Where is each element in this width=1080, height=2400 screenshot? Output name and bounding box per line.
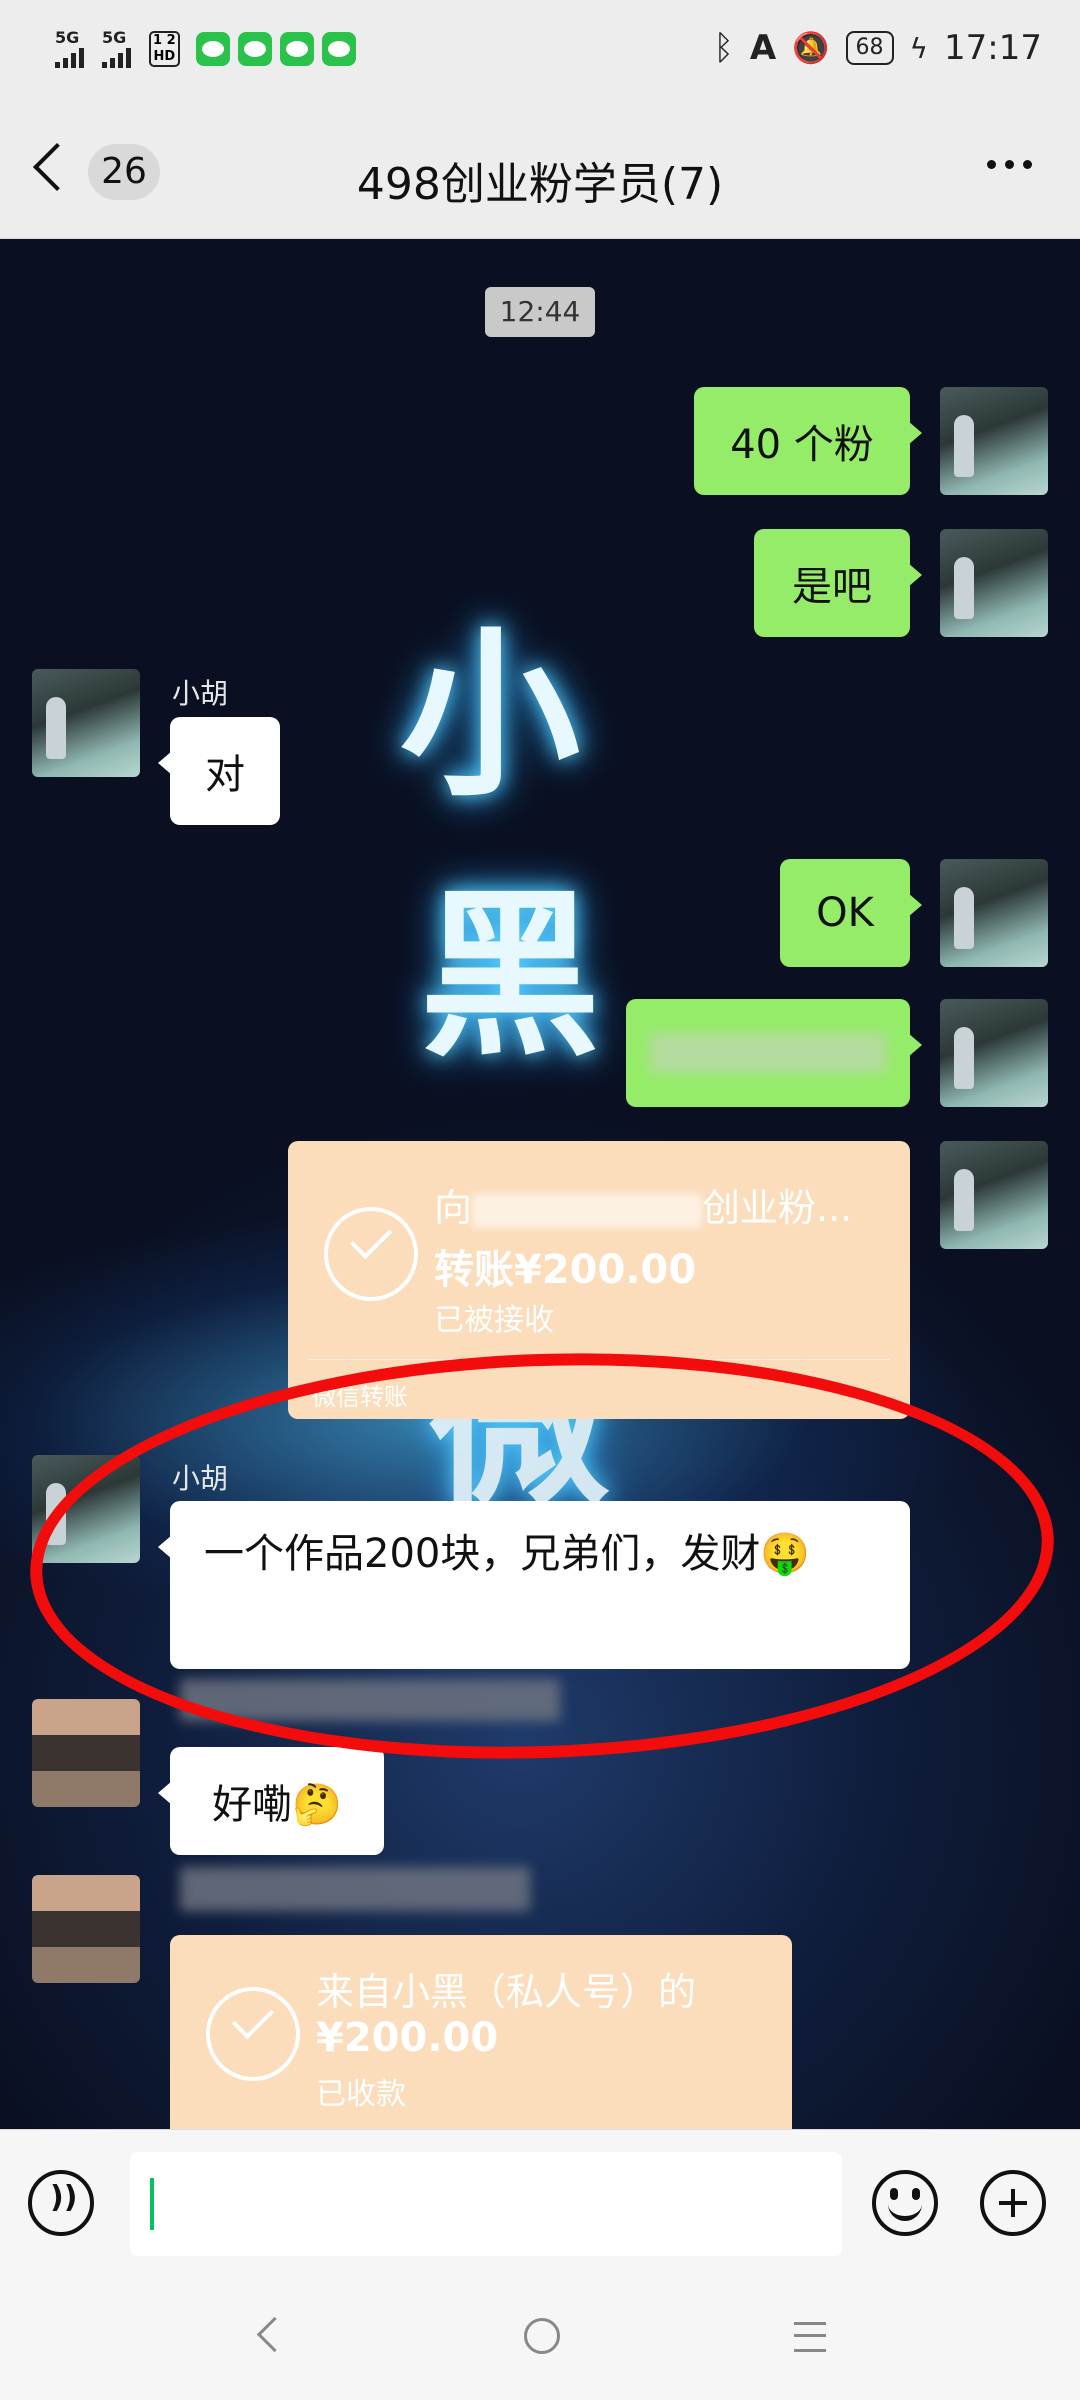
my-avatar[interactable] [940, 859, 1048, 967]
status-left: 5G 5G 1 2 HD [55, 30, 356, 68]
wechat-notification-icon [279, 32, 314, 66]
my-avatar[interactable] [940, 999, 1048, 1107]
hd-bottom: HD [153, 49, 176, 64]
message-bubble-redacted[interactable] [626, 999, 922, 1107]
my-avatar[interactable] [940, 529, 1048, 637]
wechat-notification-icon [195, 32, 230, 66]
redacted-sender-name [180, 1867, 530, 1911]
status-bar: 5G 5G 1 2 HD ᛒ A 🔕 68 ϟ 17:17 [0, 0, 1080, 110]
signal-label: 5G [102, 28, 127, 47]
message-bubble[interactable]: 好嘞🤔 [158, 1747, 384, 1855]
system-nav-bar [0, 2274, 1080, 2400]
check-circle-icon [206, 1987, 300, 2081]
chat-area[interactable]: 小 黑 微 12:44 40 个粉 是吧 小胡 对 OK 向创业粉... 转账¥… [0, 239, 1080, 2129]
contact-avatar-pixelated[interactable] [32, 1699, 140, 1807]
transfer-amount: 转账¥200.00 [434, 1247, 697, 1293]
transfer-card[interactable]: 来自小黑（私人号）的 ¥200.00 已收款 [170, 1935, 792, 2129]
status-right: ᛒ A 🔕 68 ϟ 17:17 [713, 28, 1042, 68]
nav-home-icon[interactable] [524, 2318, 560, 2354]
redacted-text [472, 1193, 703, 1228]
more-options-icon[interactable] [987, 160, 1032, 169]
nav-menu-icon[interactable] [794, 2322, 826, 2352]
wechat-notification-icon [237, 32, 272, 66]
check-circle-icon [324, 1207, 418, 1301]
voice-input-icon[interactable] [28, 2170, 94, 2236]
red-annotation-ellipse [23, 1336, 1061, 1776]
bluetooth-icon: ᛒ [713, 28, 734, 68]
message-text: 40 个粉 [730, 422, 874, 468]
emoji-icon[interactable] [872, 2170, 938, 2236]
hd-top: 1 2 [153, 33, 176, 48]
hd-icon: 1 2 HD [149, 31, 180, 67]
message-text: 对 [205, 752, 245, 798]
transfer-status: 已被接收 [434, 1303, 554, 1338]
message-text: 是吧 [792, 564, 872, 610]
transfer-title-suffix: 创业粉... [702, 1186, 853, 1230]
clock: 17:17 [944, 28, 1042, 68]
my-avatar[interactable] [940, 1141, 1048, 1249]
message-bubble[interactable]: 对 [158, 717, 280, 825]
message-bubble[interactable]: OK [780, 859, 922, 967]
text-cursor [150, 2178, 154, 2230]
message-input[interactable] [130, 2152, 842, 2256]
my-avatar[interactable] [940, 387, 1048, 495]
signal-icon: 5G [102, 30, 131, 68]
signal-label: 5G [55, 28, 80, 47]
input-bar [0, 2129, 1080, 2275]
sender-name: 小胡 [172, 677, 229, 710]
chat-header: 26 498创业粉学员(7) [0, 110, 1080, 239]
location-icon: A [749, 28, 777, 68]
chat-title: 498创业粉学员(7) [356, 159, 724, 210]
contact-avatar-pixelated[interactable] [32, 1875, 140, 1983]
nav-back-icon[interactable] [256, 2316, 293, 2353]
redacted-text [650, 1033, 886, 1073]
message-bubble[interactable]: 是吧 [754, 529, 922, 637]
transfer-amount: ¥200.00 [316, 2015, 499, 2061]
message-bubble[interactable]: 40 个粉 [694, 387, 922, 495]
message-text: OK [816, 890, 874, 936]
charging-icon: ϟ [909, 31, 929, 65]
timestamp-chip: 12:44 [485, 287, 595, 337]
transfer-status: 已收款 [316, 2077, 406, 2112]
signal-icon: 5G [55, 30, 84, 68]
message-text: 好嘞🤔 [212, 1782, 342, 1828]
background-art-char: 黑 [420, 870, 601, 1081]
transfer-title: 向 创业粉... [434, 1177, 894, 1232]
transfer-title-prefix: 向 [434, 1186, 473, 1230]
background-art-char: 小 [400, 610, 581, 821]
mute-icon: 🔕 [792, 30, 830, 66]
plus-icon[interactable] [980, 2170, 1046, 2236]
transfer-title: 来自小黑（私人号）的 [316, 1970, 697, 2014]
battery-icon: 68 [845, 31, 894, 65]
wechat-notification-icon [321, 32, 356, 66]
contact-avatar[interactable] [32, 669, 140, 777]
